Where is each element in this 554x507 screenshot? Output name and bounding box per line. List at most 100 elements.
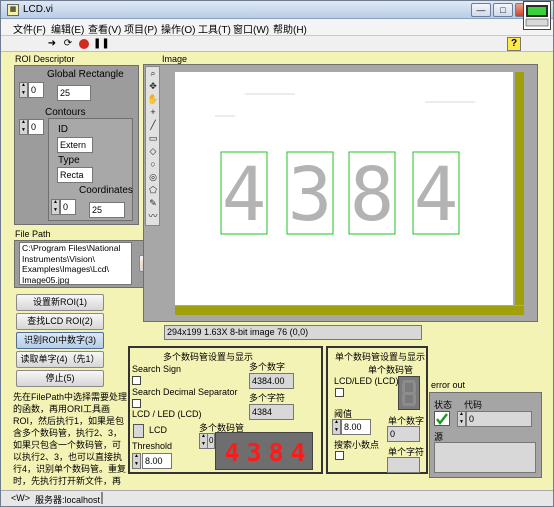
point-tool-icon[interactable]: + [147,107,159,118]
contours-index[interactable]: 0 [28,119,44,135]
instructions-text: 先在FilePath中选择需要处理的函数，再用ORI工具画ROI，然后执行1，如… [13,392,128,486]
lcd-toggle-label: LCD [149,425,168,435]
global-rect-index-spinner[interactable] [19,82,28,98]
labview-vi-icon: ▦ [7,4,19,16]
rotated-rect-tool-icon[interactable]: ◇ [147,146,159,157]
single-threshold-spinner[interactable] [332,419,341,435]
pause-icon[interactable]: ❚❚ [93,37,110,51]
id-label: ID [58,124,68,135]
multi-display-index: 0 [207,433,215,449]
abort-icon[interactable] [77,37,91,51]
window-title: LCD.vi [23,4,54,15]
global-rect-value[interactable]: 25 [57,85,91,101]
image-label: Image [162,54,188,64]
search-decimal-checkbox[interactable] [132,399,141,408]
image-canvas[interactable]: 4384 [175,72,513,305]
title-bar: ▦ LCD.vi — □ ✕ [1,1,553,19]
status-divider [101,492,103,504]
lcd-digit: 8 [350,152,395,238]
oval-tool-icon[interactable]: ○ [147,159,159,170]
led-digit: 3 [246,438,262,467]
coords-index-spinner[interactable] [51,199,60,215]
zoom-tool-icon[interactable]: ⌕ [147,68,159,79]
stop-button[interactable]: 停止(5) [16,370,104,387]
multi-seven-seg-display: 4 3 8 4 [215,432,313,470]
hand-tool-icon[interactable]: ✋ [147,94,159,105]
contours-index-spinner[interactable] [19,119,28,135]
error-code-label: 代码 [464,400,483,410]
led-digit: 8 [268,438,284,467]
global-rect-index[interactable]: 0 [28,82,44,98]
menu-operate[interactable]: 操作(O) [161,21,195,36]
contours-label: Contours [45,107,86,118]
context-help-button[interactable]: ? [507,37,521,51]
threshold-spinner[interactable] [132,453,141,469]
recognize-roi-digits-button[interactable]: 识别ROI中数字(3) [16,332,104,349]
menu-view[interactable]: 查看(V) [88,21,121,36]
roi-descriptor-label: ROI Descriptor [15,54,75,64]
led-digit-text: 3 [246,439,261,463]
run-arrow-icon[interactable]: ➜ [45,37,59,51]
lcd-digit: 4 [222,152,267,238]
lcd-led-toggle[interactable] [133,424,144,438]
image-status-bar: 294x199 1.63X 8-bit image 76 (0,0) [164,325,422,340]
id-value[interactable]: Extern [57,137,93,153]
image-horizontal-scrollbar[interactable] [175,306,524,315]
image-vertical-scrollbar[interactable] [515,72,524,305]
file-path-value[interactable]: C:\Program Files\National Instruments\Vi… [19,242,132,285]
broken-line-tool-icon[interactable]: 〰 [147,211,159,222]
search-decimal-point-label: 搜索小数点 [334,440,380,450]
threshold-value[interactable]: 8.00 [142,453,172,469]
multi-digits-label: 多个数字 [249,362,286,372]
single-display-label: 单个数码管 [368,365,414,375]
toolbar: ➜ ⟳ ❚❚ ? [1,36,553,52]
lcd-digit: 4 [414,152,459,238]
set-new-roi-button[interactable]: 设置新ROI(1) [16,294,104,311]
led-digit-text: 4 [224,439,239,463]
error-code-value: 0 [466,411,532,427]
error-source-field [434,442,536,473]
single-lcd-led-label: LCD/LED (LCD) [334,376,399,386]
menu-file[interactable]: 文件(F) [13,21,46,36]
search-decimal-point-checkbox[interactable] [335,451,344,460]
pan-tool-icon[interactable]: ✥ [147,81,159,92]
polygon-tool-icon[interactable]: ⬠ [147,185,159,196]
coords-index[interactable]: 0 [60,199,76,215]
maximize-button[interactable]: □ [493,3,513,17]
menu-help[interactable]: 帮助(H) [273,21,307,36]
coords-value[interactable]: 25 [89,202,125,218]
led-digit: 4 [224,438,240,467]
multi-chars-value: 4384 [249,404,294,420]
error-status-checkmark-icon [434,411,450,426]
minimize-button[interactable]: — [471,3,491,17]
rectangle-tool-icon[interactable]: ▭ [147,133,159,144]
menu-tools[interactable]: 工具(T) [198,21,231,36]
line-tool-icon[interactable]: ╱ [147,120,159,131]
menu-project[interactable]: 项目(P) [124,21,157,36]
annulus-tool-icon[interactable]: ◎ [147,172,159,183]
search-sign-checkbox[interactable] [132,376,141,385]
error-out-label: error out [431,380,466,390]
menu-edit[interactable]: 编辑(E) [51,21,84,36]
menu-window[interactable]: 窗口(W) [233,21,269,36]
error-status-label: 状态 [434,400,453,410]
error-code-spinner[interactable] [457,411,466,427]
read-single-digit-button[interactable]: 读取单字(4)（先1） [16,351,104,368]
freehand-tool-icon[interactable]: ✎ [147,198,159,209]
status-server: 服务器:localhost [35,495,101,505]
threshold-label: Threshold [132,441,173,451]
find-lcd-roi-button[interactable]: 查找LCD ROI(2) [16,313,104,330]
single-threshold-value[interactable]: 8.00 [341,419,371,435]
led-digit: 4 [290,438,306,467]
single-digit-value: 0 [387,426,420,442]
menu-bar: 文件(F) 编辑(E) 查看(V) 项目(P) 操作(O) 工具(T) 窗口(W… [1,19,553,36]
multi-digits-value: 4384.00 [249,373,294,389]
multi-lcd-led-label: LCD / LED (LCD) [132,409,202,419]
multi-chars-label: 多个字符 [249,393,286,403]
run-continuously-icon[interactable]: ⟳ [61,37,75,51]
single-lcd-led-checkbox[interactable] [335,388,344,397]
multi-group-title: 多个数码管设置与显示 [163,352,254,362]
single-seven-seg-display [398,376,420,410]
type-value[interactable]: Recta [57,167,93,183]
status-mode: <W> [11,493,31,503]
